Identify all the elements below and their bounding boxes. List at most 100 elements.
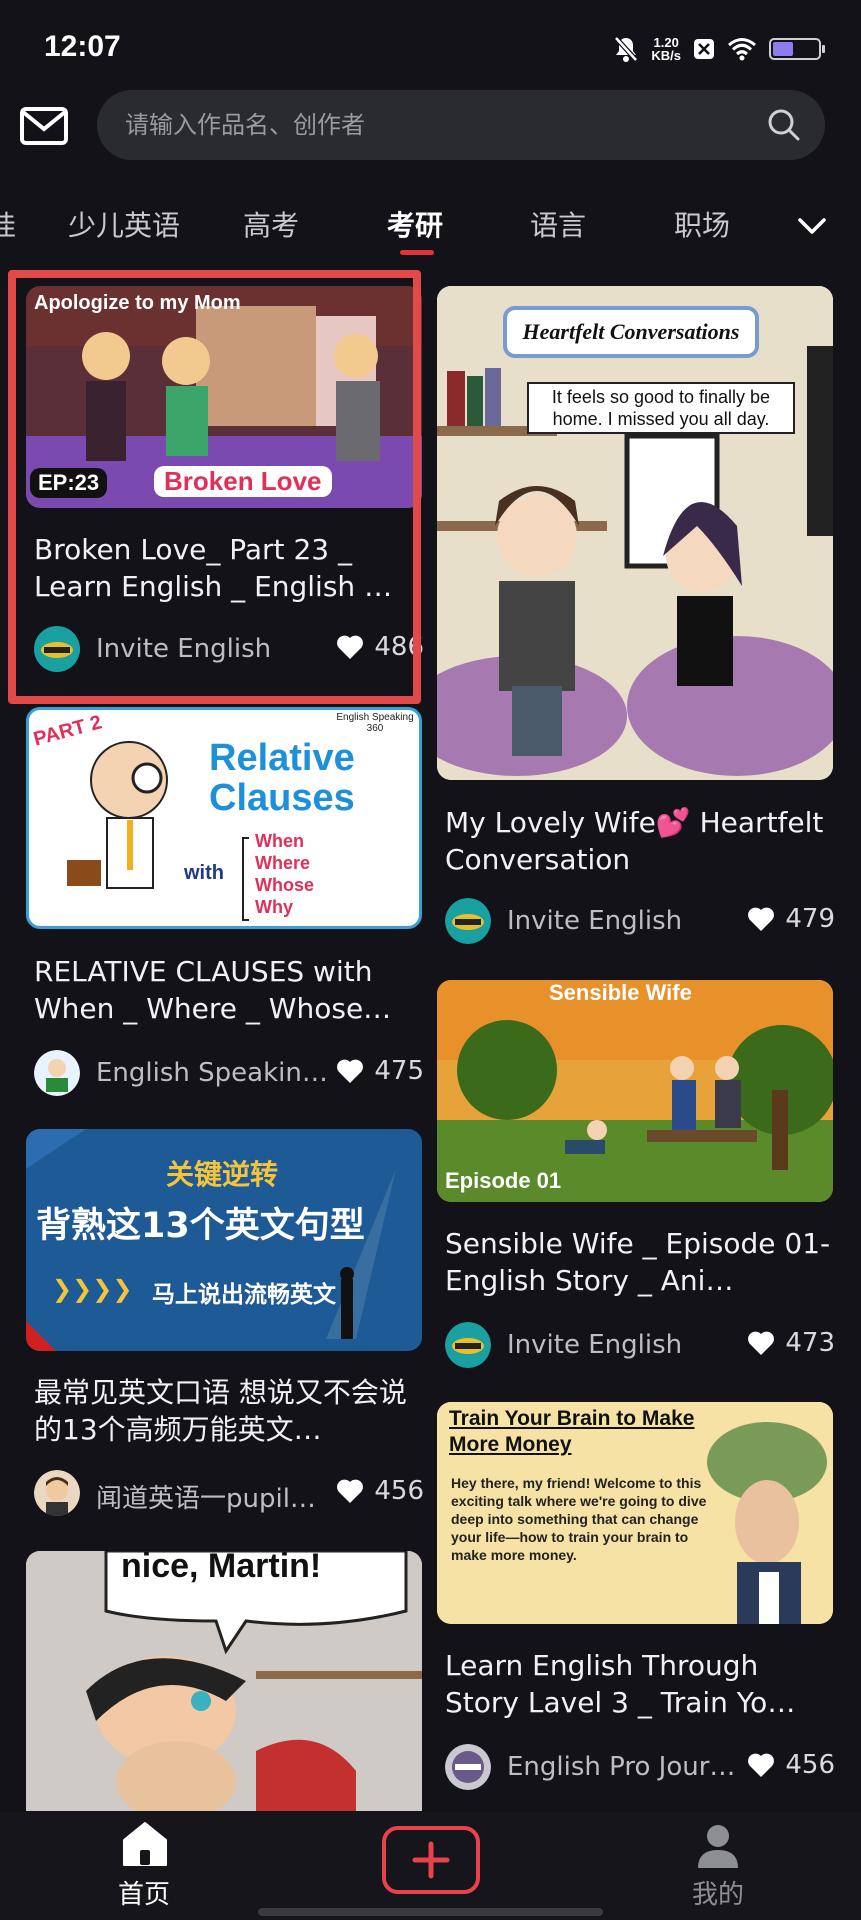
like-count[interactable]: 479 [747, 904, 835, 934]
tab-workplace[interactable]: 职场 [674, 204, 730, 244]
video-thumbnail[interactable]: Train Your Brain to Make More Money Hey … [437, 1402, 833, 1624]
video-title[interactable]: Broken Love_ Part 23 _ Learn English _ E… [34, 531, 424, 605]
thumbnail-caption: When [255, 831, 304, 851]
author-name[interactable]: English Pro Jour… [507, 1752, 735, 1782]
thumbnail-caption: Broken Love [154, 466, 332, 497]
video-thumbnail[interactable]: Heartfelt Conversations It feels so good… [437, 286, 833, 780]
thumbnail-caption: English Speaking 360 [336, 712, 414, 734]
video-card[interactable]: PART 2 English Speaking 360 Relative Cla… [26, 707, 424, 1107]
thumbnail-caption: Where [255, 853, 311, 873]
heart-icon [337, 1059, 364, 1083]
video-title[interactable]: Sensible Wife _ Episode 01- English Stor… [445, 1225, 835, 1299]
like-count[interactable]: 475 [336, 1056, 424, 1086]
nav-home[interactable]: 首页 [100, 1812, 190, 1920]
video-thumbnail[interactable]: Sensible Wife Episode 01 [437, 980, 833, 1202]
video-meta: Invite English 479 [445, 898, 835, 944]
heart-icon [748, 907, 775, 931]
nav-me[interactable]: 我的 [690, 1812, 780, 1920]
video-thumbnail[interactable]: nice, Martin! [26, 1551, 422, 1811]
bottom-nav: 首页 我的 [0, 1812, 861, 1920]
avatar[interactable] [445, 1744, 491, 1790]
thumbnail-caption: Sensible Wife [549, 980, 692, 1005]
battery-icon [769, 38, 825, 60]
video-thumbnail[interactable]: Apologize to my Mom EP:23 Broken Love [26, 286, 422, 508]
status-bar: 12:07 1.20 KB/s [0, 0, 861, 92]
wifi-icon [728, 38, 756, 61]
heart-icon [337, 1479, 364, 1503]
search-icon[interactable] [767, 108, 801, 142]
tab-language[interactable]: 语言 [530, 204, 586, 244]
tab-kaoyan[interactable]: 考研 [387, 204, 443, 244]
video-card[interactable]: 关键逆转 背熟这13个英文句型 ❯❯❯❯ 马上说出流畅英文 最常见英文口语 想说… [26, 1129, 424, 1529]
avatar[interactable] [445, 898, 491, 944]
video-meta: English Speakin… 475 [34, 1050, 424, 1096]
tab-partial[interactable]: 娃 [0, 204, 16, 244]
app-notification-icon [694, 39, 714, 59]
category-tabs: 娃 少儿英语 高考 考研 语言 职场 [0, 196, 861, 260]
video-title[interactable]: Learn English Through Story Lavel 3 _ Tr… [445, 1647, 835, 1721]
author-name[interactable]: Invite English [507, 906, 682, 936]
nav-me-label: 我的 [692, 1880, 745, 1910]
author-name[interactable]: English Speakin… [96, 1058, 328, 1088]
thumbnail-caption: 马上说出流畅英文 [152, 1282, 336, 1308]
thumbnail-caption: 背熟这13个英文句型 [36, 1206, 365, 1246]
video-meta: Invite English 486 [34, 626, 424, 672]
avatar[interactable] [445, 1322, 491, 1368]
mute-icon [614, 36, 639, 62]
video-card[interactable]: Sensible Wife Episode 01 Sensible Wife _… [437, 980, 835, 1380]
like-count[interactable]: 456 [747, 1750, 835, 1780]
video-meta: Invite English 473 [445, 1322, 835, 1368]
heart-icon [748, 1331, 775, 1355]
thumbnail-caption: Whose [255, 875, 315, 895]
create-button[interactable] [382, 1826, 480, 1894]
avatar[interactable] [34, 1050, 80, 1096]
video-thumbnail[interactable]: PART 2 English Speaking 360 Relative Cla… [26, 707, 422, 929]
status-icons: 1.20 KB/s [613, 34, 825, 64]
thumbnail-caption: Heartfelt Conversations [503, 306, 759, 358]
author-name[interactable]: 闻道英语一pupil… [96, 1478, 316, 1515]
like-count[interactable]: 456 [336, 1476, 424, 1506]
thumbnail-caption: Why [255, 897, 293, 917]
home-icon [123, 1822, 167, 1866]
video-title[interactable]: RELATIVE CLAUSES with When _ Where _ Who… [34, 953, 424, 1027]
status-time: 12:07 [44, 30, 121, 63]
nav-home-label: 首页 [118, 1880, 171, 1910]
mail-icon [20, 107, 68, 145]
author-name[interactable]: Invite English [507, 1330, 682, 1360]
video-card[interactable]: Heartfelt Conversations It feels so good… [437, 286, 835, 946]
video-title[interactable]: My Lovely Wife💕 Heartfelt Conversation [445, 804, 835, 878]
thumbnail-caption: Train Your Brain to Make More Money [449, 1407, 695, 1456]
thumbnail-caption: Apologize to my Mom [34, 292, 241, 314]
home-indicator[interactable] [258, 1908, 603, 1916]
avatar[interactable] [34, 1470, 80, 1516]
like-count[interactable]: 473 [747, 1328, 835, 1358]
thumbnail-caption: 关键逆转 [166, 1158, 279, 1191]
thumbnail-caption: Episode 01 [445, 1168, 562, 1193]
video-card[interactable]: Apologize to my Mom EP:23 Broken Love Br… [26, 286, 424, 696]
thumbnail-caption: nice, Martin! [121, 1551, 322, 1585]
chevron-down-icon[interactable] [792, 206, 832, 246]
video-thumbnail[interactable]: 关键逆转 背熟这13个英文句型 ❯❯❯❯ 马上说出流畅英文 [26, 1129, 422, 1351]
thumbnail-caption: Hey there, my friend! Welcome to this ex… [451, 1475, 707, 1563]
search-bar[interactable] [97, 90, 825, 160]
video-card[interactable]: nice, Martin! [26, 1551, 422, 1811]
network-speed: 1.20 KB/s [651, 35, 681, 63]
avatar[interactable] [34, 626, 80, 672]
search-input[interactable] [125, 90, 735, 160]
video-card[interactable]: Train Your Brain to Make More Money Hey … [437, 1402, 835, 1802]
thumbnail-caption: Clauses [209, 777, 355, 819]
active-tab-indicator [400, 250, 434, 255]
author-name[interactable]: Invite English [96, 634, 271, 664]
plus-icon [412, 1841, 450, 1879]
heart-icon [748, 1753, 775, 1777]
profile-icon [698, 1825, 738, 1868]
heart-icon [337, 635, 364, 659]
video-meta: 闻道英语一pupil… 456 [34, 1470, 424, 1516]
thumbnail-caption: Relative [209, 737, 355, 779]
tab-gaokao[interactable]: 高考 [243, 204, 299, 244]
like-count[interactable]: 486 [336, 632, 424, 662]
messages-button[interactable] [18, 100, 70, 152]
arrows-icon: ❯❯❯❯ [52, 1275, 133, 1303]
tab-kids-english[interactable]: 少儿英语 [68, 204, 180, 244]
video-title[interactable]: 最常见英文口语 想说又不会说的13个高频万能英文… [34, 1374, 424, 1448]
